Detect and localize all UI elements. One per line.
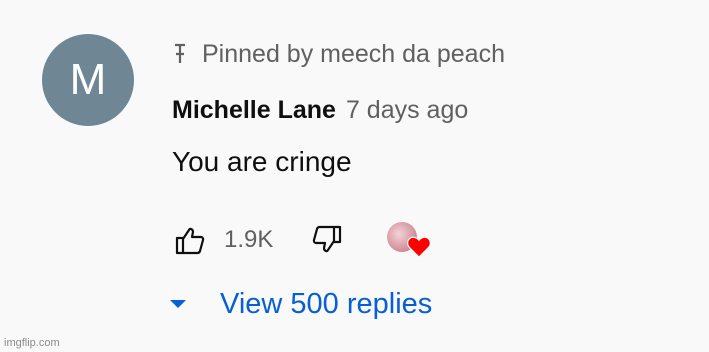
view-replies-label: View 500 replies (220, 287, 433, 320)
pinned-text: Pinned by meech da peach (202, 39, 505, 68)
like-count: 1.9K (224, 226, 274, 253)
avatar-letter: M (69, 55, 107, 104)
dislike-button[interactable] (309, 222, 345, 258)
comment-thread: M Pinned by meech da peach Michelle Lane… (0, 0, 709, 352)
comment-body: You are cringe (172, 146, 352, 177)
comment-actions: 1.9K (172, 220, 432, 260)
creator-heart-badge (387, 220, 432, 260)
like-button[interactable] (172, 222, 208, 258)
view-replies-button[interactable]: View 500 replies (166, 284, 432, 324)
author-name[interactable]: Michelle Lane (172, 96, 336, 125)
comment-timestamp[interactable]: 7 days ago (346, 96, 468, 125)
watermark: imgflip.com (4, 337, 60, 349)
pinned-badge: Pinned by meech da peach (172, 38, 505, 70)
caret-down-icon (170, 300, 186, 308)
pin-icon (175, 43, 185, 63)
thumbs-down-icon (313, 225, 342, 253)
comment-header: Michelle Lane 7 days ago (172, 96, 468, 130)
thumbs-up-icon (175, 227, 205, 255)
author-avatar[interactable]: M (42, 34, 134, 126)
heart-icon (407, 236, 432, 258)
